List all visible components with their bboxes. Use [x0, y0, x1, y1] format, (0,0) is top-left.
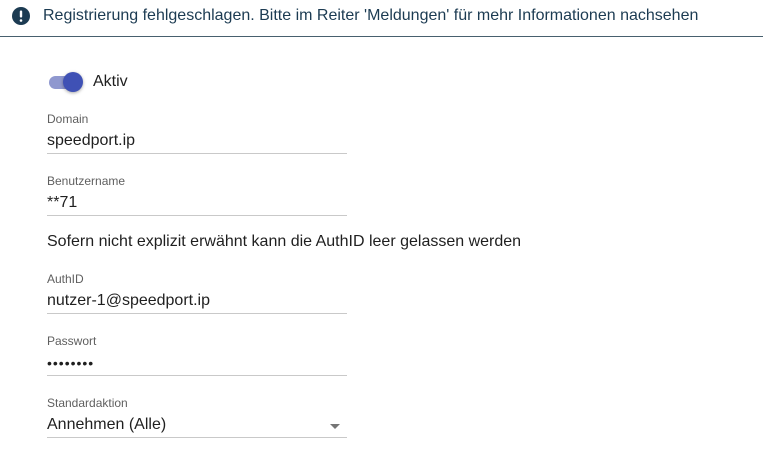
username-underline — [47, 215, 347, 216]
error-banner-text: Registrierung fehlgeschlagen. Bitte im R… — [43, 7, 699, 24]
password-underline — [47, 375, 347, 376]
active-toggle-label: Aktiv — [93, 73, 128, 90]
error-banner: Registrierung fehlgeschlagen. Bitte im R… — [0, 0, 763, 37]
username-input[interactable]: **71 — [47, 193, 347, 213]
alert-circle-icon — [12, 7, 30, 25]
domain-underline — [47, 153, 347, 154]
username-label: Benutzername — [47, 174, 126, 188]
domain-input[interactable]: speedport.ip — [47, 131, 347, 151]
active-toggle[interactable] — [47, 72, 85, 92]
default-action-value[interactable]: Annehmen (Alle) — [47, 415, 347, 435]
dropdown-arrow-icon[interactable] — [330, 424, 340, 430]
authid-hint: Sofern nicht explizit erwähnt kann die A… — [47, 233, 522, 250]
default-action-label: Standardaktion — [47, 396, 128, 410]
password-label: Passwort — [47, 334, 97, 348]
toggle-thumb — [63, 72, 83, 92]
password-field[interactable]: Passwort •••••••• — [47, 334, 347, 376]
username-field[interactable]: Benutzername **71 — [47, 174, 347, 216]
authid-field[interactable]: AuthID nutzer-1@speedport.ip — [47, 272, 347, 314]
password-input[interactable]: •••••••• — [47, 353, 347, 373]
default-action-select[interactable]: Standardaktion Annehmen (Alle) — [47, 396, 347, 438]
default-action-underline — [47, 437, 347, 438]
domain-label: Domain — [47, 112, 89, 126]
authid-underline — [47, 313, 347, 314]
domain-field[interactable]: Domain speedport.ip — [47, 112, 347, 154]
authid-input[interactable]: nutzer-1@speedport.ip — [47, 291, 347, 311]
authid-label: AuthID — [47, 272, 84, 286]
